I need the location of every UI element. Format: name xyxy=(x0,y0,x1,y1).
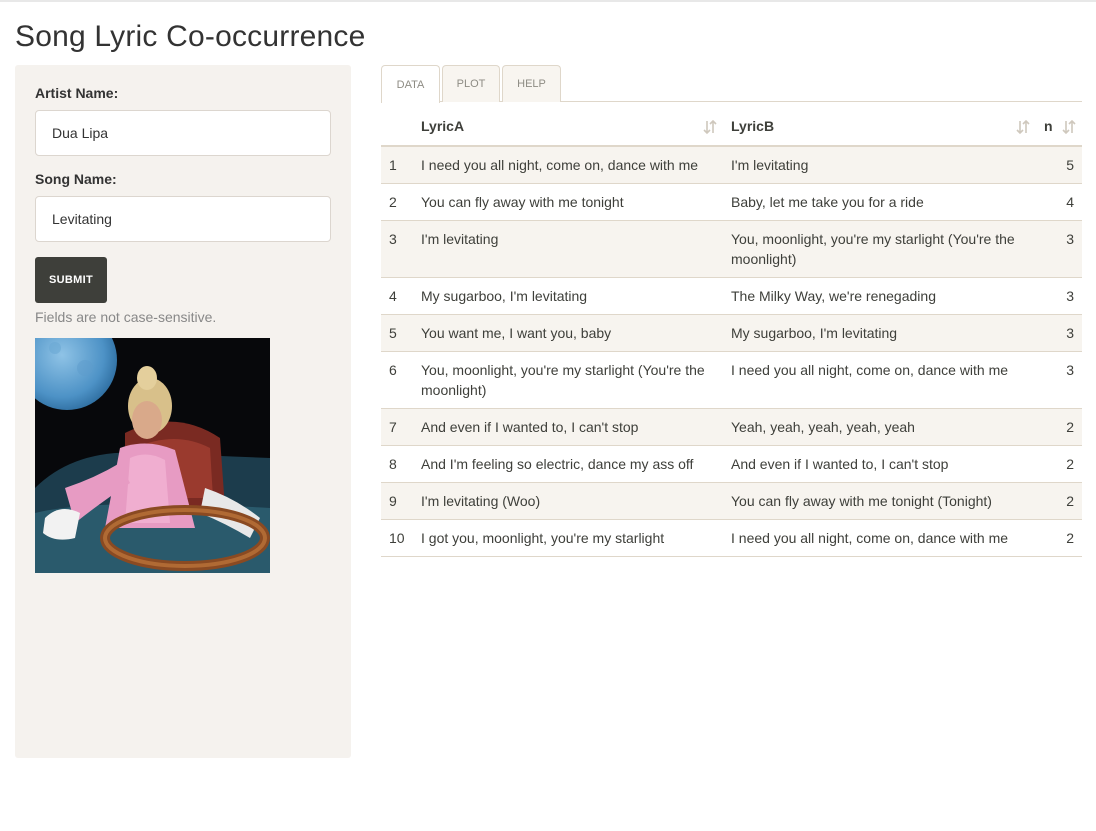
lyric-a-cell: And I'm feeling so electric, dance my as… xyxy=(413,445,723,483)
count-cell: 3 xyxy=(1036,277,1082,315)
row-index-cell: 6 xyxy=(381,351,413,409)
top-border xyxy=(0,0,1096,2)
table-row[interactable]: 7 And even if I wanted to, I can't stop Ye… xyxy=(381,408,1082,446)
tab-plot[interactable]: PLOT xyxy=(442,65,500,102)
count-cell: 3 xyxy=(1036,220,1082,278)
lyric-a-cell: You, moonlight, you're my starlight (You… xyxy=(413,351,723,409)
lyric-b-column-header[interactable]: LyricB xyxy=(723,107,1036,147)
tab-data[interactable]: DATA xyxy=(381,65,440,103)
tab-help[interactable]: HELP xyxy=(502,65,561,102)
lyric-a-cell: I need you all night, come on, dance wit… xyxy=(413,146,723,184)
lyric-a-cell: And even if I wanted to, I can't stop xyxy=(413,408,723,446)
lyric-b-cell: You can fly away with me tonight (Tonigh… xyxy=(723,482,1036,520)
table-header-row: LyricA LyricB n xyxy=(381,107,1082,147)
lyric-b-cell: And even if I wanted to, I can't stop xyxy=(723,445,1036,483)
lyric-a-cell: My sugarboo, I'm levitating xyxy=(413,277,723,315)
table-row[interactable]: 1I need you all night, come on, dance wi… xyxy=(381,146,1082,184)
page-title: Song Lyric Co-occurrence xyxy=(15,20,366,53)
song-name-label: Song Name: xyxy=(35,171,117,187)
input-sidebar: Artist Name: Song Name: SUBMIT Fields ar… xyxy=(15,65,351,758)
lyric-b-cell: Baby, let me take you for a ride xyxy=(723,183,1036,221)
row-index-cell: 9 xyxy=(381,482,413,520)
table-body: 1I need you all night, come on, dance wi… xyxy=(381,146,1082,557)
lyric-a-header-label: LyricA xyxy=(421,118,465,134)
sort-icon[interactable] xyxy=(1016,119,1030,135)
sort-icon[interactable] xyxy=(1062,119,1076,135)
n-column-header[interactable]: n xyxy=(1036,107,1082,147)
tab-bar: DATA PLOT HELP xyxy=(381,65,1082,103)
row-index-cell: 10 xyxy=(381,519,413,557)
cooccurrence-table: LyricA LyricB n 1I need you all night, c… xyxy=(381,107,1082,557)
count-cell: 2 xyxy=(1036,408,1082,446)
lyric-b-cell: I need you all night, come on, dance wit… xyxy=(723,519,1036,557)
table-row[interactable]: 4 My sugarboo, I'm levitating The Milky Wa… xyxy=(381,277,1082,315)
count-cell: 2 xyxy=(1036,445,1082,483)
count-cell: 2 xyxy=(1036,519,1082,557)
lyric-a-cell: I'm levitating xyxy=(413,220,723,278)
row-index-cell: 3 xyxy=(381,220,413,278)
lyric-b-cell: The Milky Way, we're renegading xyxy=(723,277,1036,315)
lyric-b-cell: Yeah, yeah, yeah, yeah, yeah xyxy=(723,408,1036,446)
table-row[interactable]: 3 I'm levitating You, moonlight, you're my… xyxy=(381,220,1082,278)
lyric-a-cell: I got you, moonlight, you're my starligh… xyxy=(413,519,723,557)
table-row[interactable]: 8 And I'm feeling so electric, dance my a… xyxy=(381,445,1082,483)
album-cover-artwork xyxy=(35,338,270,573)
song-name-input[interactable] xyxy=(35,196,331,242)
sort-icon[interactable] xyxy=(703,119,717,135)
lyric-b-cell: My sugarboo, I'm levitating xyxy=(723,314,1036,352)
lyric-b-header-label: LyricB xyxy=(731,118,775,134)
table-row[interactable]: 6 You, moonlight, you're my starlight (Yo… xyxy=(381,351,1082,409)
lyric-a-column-header[interactable]: LyricA xyxy=(413,107,723,147)
count-cell: 3 xyxy=(1036,351,1082,409)
row-index-cell: 8 xyxy=(381,445,413,483)
lyric-b-cell: You, moonlight, you're my starlight (You… xyxy=(723,220,1036,278)
help-text: Fields are not case-sensitive. xyxy=(35,309,217,325)
count-cell: 2 xyxy=(1036,482,1082,520)
table-row[interactable]: 5 You want me, I want you, baby My sugarbo… xyxy=(381,314,1082,352)
row-index-cell: 2 xyxy=(381,183,413,221)
count-cell: 4 xyxy=(1036,183,1082,221)
row-index-cell: 5 xyxy=(381,314,413,352)
table-row[interactable]: 9 I'm levitating (Woo) You can fly away wi… xyxy=(381,482,1082,520)
n-header-label: n xyxy=(1044,118,1053,134)
index-column-header xyxy=(381,107,413,147)
lyric-a-cell: You can fly away with me tonight xyxy=(413,183,723,221)
artist-name-input[interactable] xyxy=(35,110,331,156)
count-cell: 5 xyxy=(1036,146,1082,184)
row-index-cell: 4 xyxy=(381,277,413,315)
album-cover-image xyxy=(35,338,270,573)
count-cell: 3 xyxy=(1036,314,1082,352)
lyric-b-cell: I need you all night, come on, dance wit… xyxy=(723,351,1036,409)
artist-name-label: Artist Name: xyxy=(35,85,119,101)
lyric-a-cell: I'm levitating (Woo) xyxy=(413,482,723,520)
lyric-b-cell: I'm levitating xyxy=(723,146,1036,184)
row-index-cell: 7 xyxy=(381,408,413,446)
table-row[interactable]: 10 I got you, moonlight, you're my starli… xyxy=(381,519,1082,557)
table-row[interactable]: 2 You can fly away with me tonight Baby, l… xyxy=(381,183,1082,221)
lyric-a-cell: You want me, I want you, baby xyxy=(413,314,723,352)
row-index-cell: 1 xyxy=(381,146,413,184)
submit-button[interactable]: SUBMIT xyxy=(35,257,107,303)
